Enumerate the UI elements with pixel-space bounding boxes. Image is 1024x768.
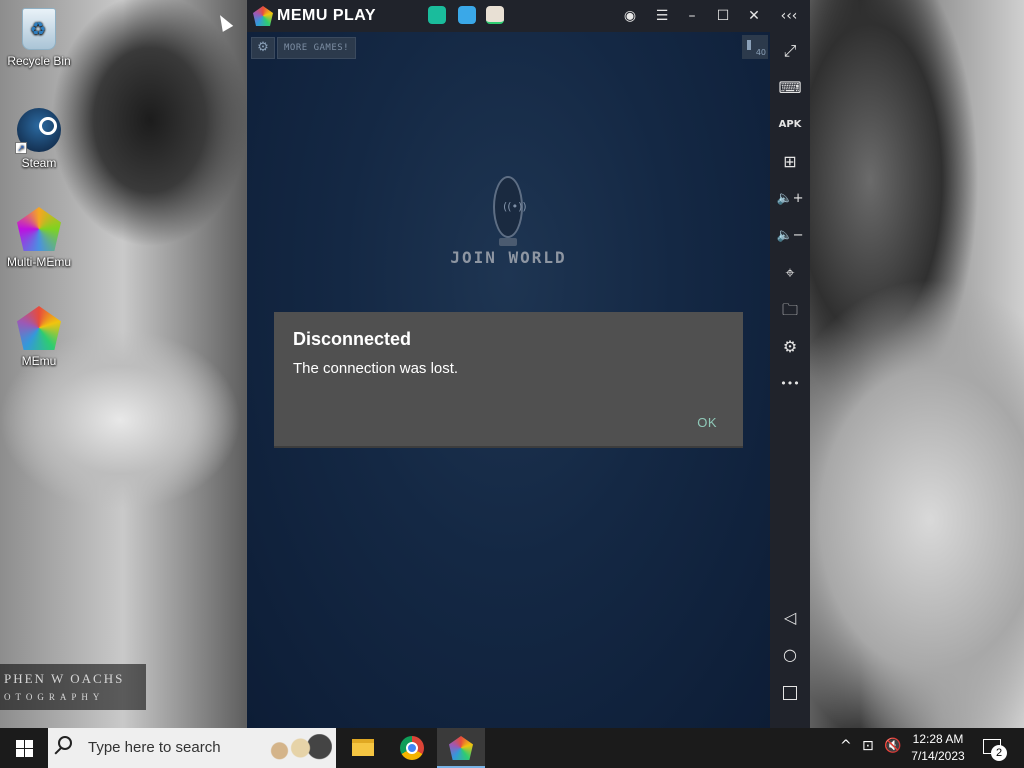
close-button[interactable]: ✕ [744,6,764,26]
taskbar-file-explorer[interactable] [338,728,386,768]
account-icon[interactable]: ◉ [620,6,640,26]
taskbar-memu[interactable] [437,728,485,768]
windows-logo-icon [16,749,24,757]
app-tab-2[interactable] [458,6,476,24]
fullscreen-icon[interactable]: ⤢ [770,38,810,64]
location-icon[interactable]: ⌖ [770,260,810,286]
notification-center-button[interactable]: 2 [980,736,1008,761]
memu-logo-icon [253,6,273,26]
dialog-title: Disconnected [293,329,412,349]
taskbar: Type here to search ^ ⊡ 🔇 12:28 AM 7/14/… [0,728,1024,768]
recent-apps-icon[interactable] [770,679,810,705]
more-options-icon[interactable]: ••• [770,371,810,397]
mouse-cursor-icon [214,12,234,32]
volume-up-icon[interactable]: 🔈+ [770,186,810,212]
clock-date: 7/14/2023 [911,749,965,763]
square-icon [783,685,797,700]
portal-base [499,238,517,246]
search-highlight-image [262,734,332,762]
minimize-button[interactable]: – [682,6,702,26]
desktop-icon-multi-memu[interactable]: Multi-MEmu [4,207,74,269]
watermark-line1: PHEN W OACHS [4,671,125,686]
volume-down-icon[interactable]: 🔈− [770,223,810,249]
notification-count-badge: 2 [991,745,1007,761]
back-icon[interactable]: ◁ [770,605,810,631]
windows-logo-icon [16,740,24,748]
memu-logo: MEMU PLAY [253,6,376,26]
memu-window: MEMU PLAY ◉ ☰ – ☐ ✕ ‹‹‹ ⚙ MORE GAMES! 40… [247,0,810,728]
folder-icon[interactable]: 🗀 [770,297,810,323]
join-world-button[interactable]: JOIN WORLD [417,248,600,267]
ok-button[interactable]: OK [697,415,717,430]
app-tab-3[interactable] [486,6,504,24]
app-tab-1[interactable] [428,6,446,24]
maximize-button[interactable]: ☐ [713,6,733,26]
system-clock[interactable]: 12:28 AM 7/14/2023 [906,731,970,765]
volume-muted-icon[interactable]: 🔇 [884,738,901,754]
app-name: MEMU PLAY [277,7,377,24]
desktop-icon-label: Multi-MEmu [6,255,71,269]
home-icon[interactable]: ○ [770,642,810,668]
disconnected-dialog: Disconnected The connection was lost. OK [274,312,743,448]
settings-icon[interactable]: ⚙ [770,334,810,360]
recycle-bin-icon [22,8,56,50]
multi-window-icon[interactable]: ⊞ [770,149,810,175]
game-settings-button[interactable]: ⚙ [251,37,275,59]
desktop-icon-steam[interactable]: ↗ Steam [4,108,74,170]
search-icon [58,736,72,750]
wallpaper-watermark: PHEN W OACHS OTOGRAPHY [0,664,146,710]
windows-logo-icon [25,749,33,757]
windows-logo-icon [25,740,33,748]
search-placeholder: Type here to search [88,739,221,756]
memu-icon [449,736,473,760]
collapse-sidebar-icon[interactable]: ‹‹‹ [779,6,799,26]
wifi-icon: ((•)) [503,200,527,213]
more-games-button[interactable]: MORE GAMES! [277,37,357,59]
apk-install-icon[interactable]: APK [770,112,810,138]
desktop-icon-label: Recycle Bin [7,54,71,68]
desktop-icon-label: Steam [21,156,57,170]
keyboard-icon[interactable]: ⌨ [770,75,810,101]
clock-time: 12:28 AM [912,732,964,746]
show-hidden-icons-chevron-icon[interactable]: ^ [840,738,852,754]
portal-icon[interactable]: ((•)) [493,176,527,238]
network-icon[interactable]: ⊡ [862,738,874,754]
watermark-line2: OTOGRAPHY [4,692,105,702]
memu-icon [17,306,61,350]
chrome-icon [400,736,424,760]
desktop-icon-memu[interactable]: MEmu [4,306,74,368]
video-ad-button[interactable]: 40 [742,35,768,59]
title-bar: MEMU PLAY ◉ ☰ – ☐ ✕ ‹‹‹ [247,0,810,32]
start-button[interactable] [0,728,48,768]
dialog-message: The connection was lost. [293,360,459,377]
game-screen: ⚙ MORE GAMES! 40 ((•)) JOIN WORLD Discon… [247,32,770,728]
emulator-toolbar: ⤢ ⌨ APK ⊞ 🔈+ 🔈− ⌖ 🗀 ⚙ ••• ◁ ○ [770,32,810,728]
multi-memu-icon [17,207,61,251]
file-explorer-icon [352,739,374,756]
taskbar-search-box[interactable]: Type here to search [48,728,336,768]
desktop-icon-recycle-bin[interactable]: Recycle Bin [4,8,74,68]
desktop-icon-label: MEmu [21,354,57,368]
shortcut-arrow-icon: ↗ [15,142,27,154]
steam-icon: ↗ [15,108,61,154]
menu-icon[interactable]: ☰ [652,6,672,26]
taskbar-chrome[interactable] [388,728,436,768]
